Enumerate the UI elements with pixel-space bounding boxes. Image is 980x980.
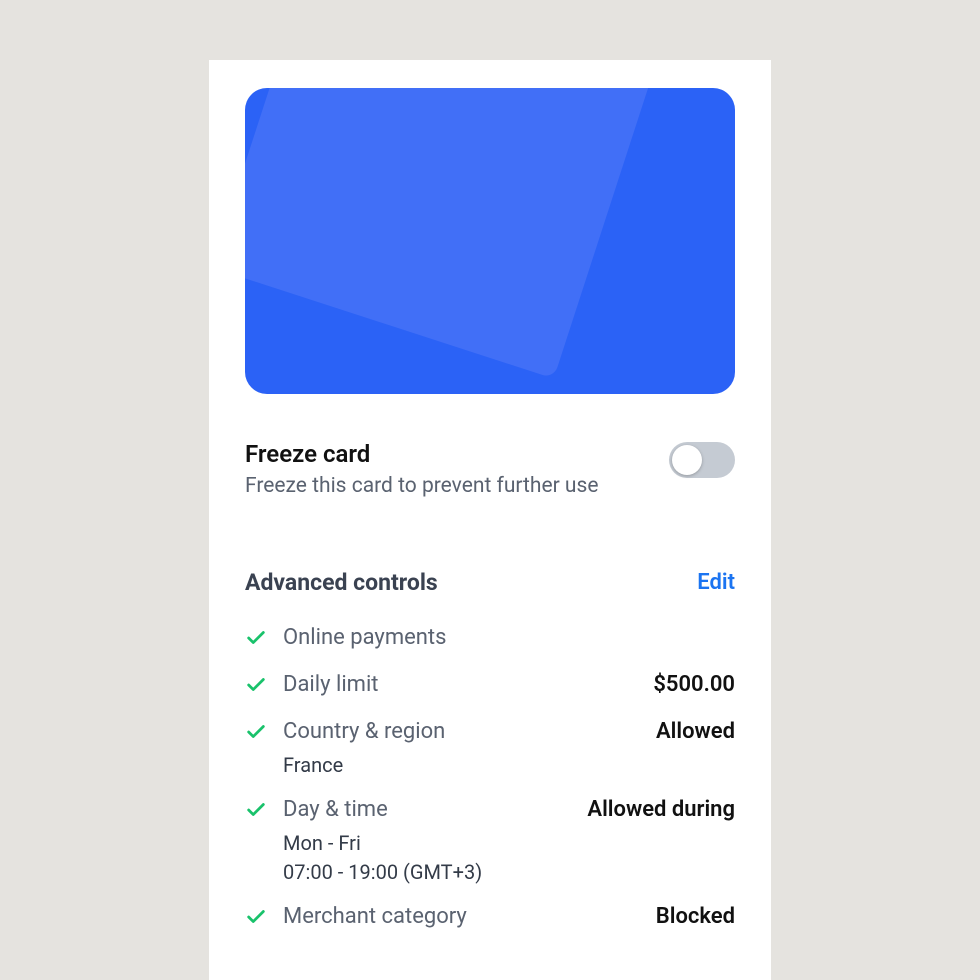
freeze-description: Freeze this card to prevent further use bbox=[245, 472, 598, 501]
control-merchant-category: Merchant category Blocked bbox=[245, 893, 735, 940]
advanced-header: Advanced controls Edit bbox=[245, 569, 735, 596]
control-label: Online payments bbox=[283, 625, 735, 650]
control-sub-country: France bbox=[245, 751, 735, 780]
virtual-card: VIRTUAL Payhawk Advanced controls •••• 3… bbox=[245, 88, 735, 394]
check-icon bbox=[245, 799, 283, 821]
advanced-heading: Advanced controls bbox=[245, 569, 438, 596]
check-icon bbox=[245, 906, 283, 928]
freeze-toggle[interactable] bbox=[669, 442, 735, 478]
control-value: Allowed during bbox=[587, 797, 735, 822]
freeze-title: Freeze card bbox=[245, 440, 598, 468]
edit-button[interactable]: Edit bbox=[697, 570, 735, 595]
control-sub-daytime: Mon - Fri 07:00 - 19:00 (GMT+3) bbox=[245, 829, 735, 887]
toggle-knob bbox=[672, 445, 702, 475]
control-daily-limit: Daily limit $500.00 bbox=[245, 661, 735, 708]
check-icon bbox=[245, 627, 283, 649]
control-label: Day & time bbox=[283, 797, 587, 822]
control-label: Merchant category bbox=[283, 904, 656, 929]
control-label: Country & region bbox=[283, 719, 656, 744]
control-country-region: Country & region Allowed bbox=[245, 708, 735, 755]
control-day-time: Day & time Allowed during bbox=[245, 786, 735, 833]
control-online-payments: Online payments bbox=[245, 614, 735, 661]
control-label: Daily limit bbox=[283, 672, 653, 697]
check-icon bbox=[245, 674, 283, 696]
check-icon bbox=[245, 721, 283, 743]
card-details-panel: VIRTUAL Payhawk Advanced controls •••• 3… bbox=[209, 60, 771, 980]
control-value: Allowed bbox=[656, 719, 735, 744]
card-decoration bbox=[245, 88, 665, 379]
control-value: Blocked bbox=[656, 904, 735, 929]
advanced-controls-list: Online payments Daily limit $500.00 Coun… bbox=[245, 614, 735, 940]
freeze-section: Freeze card Freeze this card to prevent … bbox=[245, 440, 735, 501]
control-value: $500.00 bbox=[653, 672, 735, 697]
